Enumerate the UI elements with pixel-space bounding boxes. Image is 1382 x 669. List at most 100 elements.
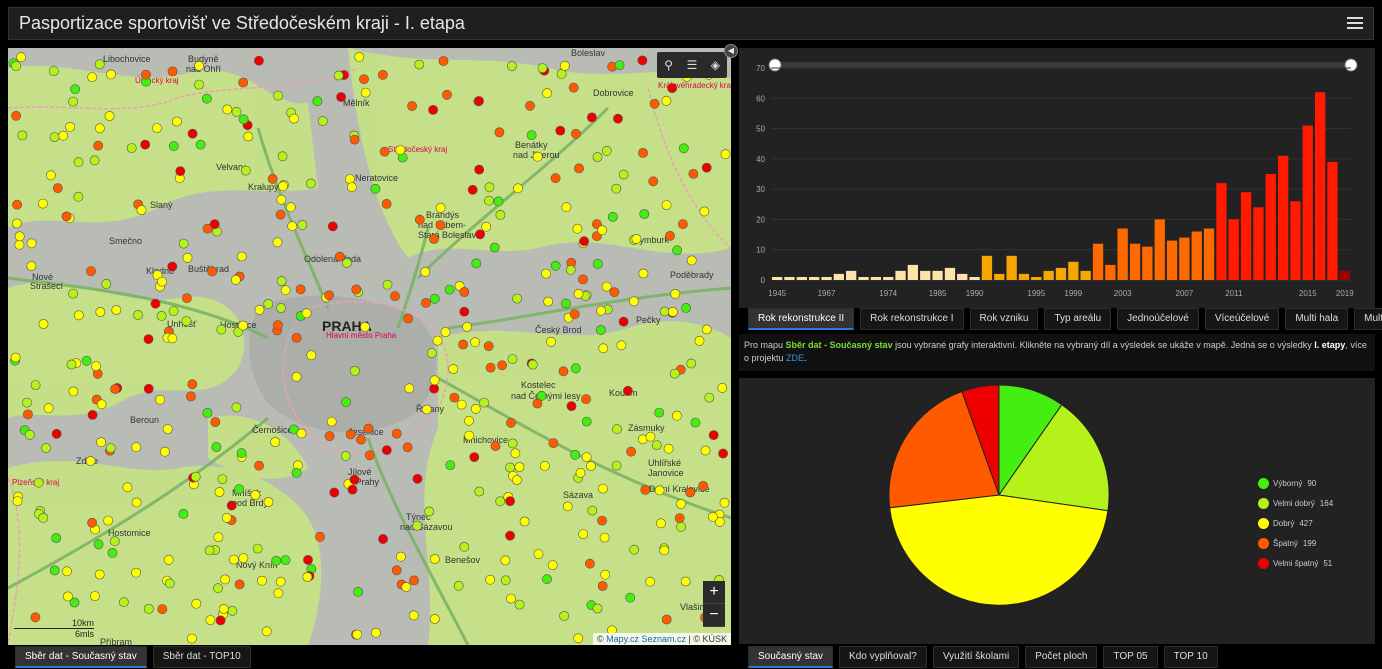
map-point[interactable] <box>48 66 59 76</box>
map-point[interactable] <box>370 183 381 194</box>
map-point[interactable] <box>407 101 417 111</box>
map-point[interactable] <box>601 281 612 292</box>
map-point[interactable] <box>167 333 178 344</box>
map-point[interactable] <box>66 359 77 370</box>
map-point[interactable] <box>291 371 302 382</box>
map-point[interactable] <box>109 536 120 547</box>
map-point[interactable] <box>317 116 328 126</box>
map-point[interactable] <box>429 375 440 386</box>
map-point[interactable] <box>231 402 242 413</box>
map-point[interactable] <box>459 306 470 317</box>
map-point[interactable] <box>167 66 178 77</box>
map-point[interactable] <box>469 452 480 462</box>
map-point[interactable] <box>187 128 198 139</box>
map-point[interactable] <box>490 441 501 451</box>
map-point[interactable] <box>275 209 286 220</box>
map-point[interactable] <box>216 324 227 335</box>
map-point[interactable] <box>661 614 672 625</box>
map-point[interactable] <box>408 610 419 621</box>
map-point[interactable] <box>500 555 511 566</box>
map-point[interactable] <box>471 258 482 269</box>
tab-rok-rekonstrukce-2[interactable]: Rok rekonstrukce II <box>748 308 855 330</box>
map-point[interactable] <box>449 392 460 403</box>
map-point[interactable] <box>205 615 216 625</box>
map-point[interactable] <box>672 410 682 421</box>
map-point[interactable] <box>131 497 142 508</box>
map-point[interactable] <box>559 611 570 621</box>
map-point[interactable] <box>618 169 629 180</box>
map-point[interactable] <box>187 379 198 390</box>
map-point[interactable] <box>288 113 299 124</box>
map-point[interactable] <box>38 198 48 209</box>
map-point[interactable] <box>444 284 455 295</box>
map-point[interactable] <box>474 164 485 175</box>
map-point[interactable] <box>168 141 179 152</box>
map-point[interactable] <box>87 517 97 528</box>
map-point[interactable] <box>94 123 105 134</box>
map-point[interactable] <box>194 79 204 90</box>
map-point[interactable] <box>349 474 360 485</box>
map-point[interactable] <box>519 516 530 527</box>
bar[interactable] <box>920 270 931 280</box>
legend-item[interactable]: Dobrý 427 <box>1258 513 1333 533</box>
bar[interactable] <box>1006 255 1017 280</box>
bar[interactable] <box>772 277 783 280</box>
map-point[interactable] <box>573 288 584 299</box>
legend-item[interactable]: Výborný 90 <box>1258 473 1333 493</box>
map-point[interactable] <box>578 529 589 539</box>
map-point[interactable] <box>497 360 507 371</box>
map-point[interactable] <box>107 547 118 558</box>
map-point[interactable] <box>598 343 609 354</box>
bar[interactable] <box>1179 237 1190 280</box>
map-point[interactable] <box>402 442 413 453</box>
map-point[interactable] <box>651 440 662 450</box>
map-point[interactable] <box>533 549 544 559</box>
map-point[interactable] <box>581 452 592 462</box>
map-point[interactable] <box>140 139 151 150</box>
map-point[interactable] <box>221 512 232 523</box>
legend-item[interactable]: Velmi špatný 51 <box>1258 553 1333 573</box>
map-point[interactable] <box>409 575 419 586</box>
map-point[interactable] <box>550 173 561 184</box>
map-point[interactable] <box>227 605 238 616</box>
map-point[interactable] <box>152 123 162 133</box>
map-point[interactable] <box>73 157 84 168</box>
map-point[interactable] <box>525 100 535 111</box>
map-point[interactable] <box>106 69 116 80</box>
map-point[interactable] <box>220 574 230 585</box>
map-point[interactable] <box>381 198 392 209</box>
map-point[interactable] <box>370 627 381 638</box>
map-point[interactable] <box>73 310 84 321</box>
map-point[interactable] <box>273 90 283 101</box>
map-point[interactable] <box>542 88 552 99</box>
map-point[interactable] <box>526 130 537 140</box>
bar[interactable] <box>1327 161 1338 280</box>
map-point[interactable] <box>14 231 25 242</box>
map-point[interactable] <box>495 496 506 507</box>
map-point[interactable] <box>495 209 506 220</box>
map-point[interactable] <box>571 128 581 139</box>
map-point[interactable] <box>637 55 648 66</box>
map-point[interactable] <box>254 304 265 315</box>
map-point[interactable] <box>424 506 435 517</box>
map-point[interactable] <box>263 298 274 309</box>
map-point[interactable] <box>234 484 245 495</box>
map-point[interactable] <box>143 604 154 614</box>
map-point[interactable] <box>429 234 439 244</box>
map-point[interactable] <box>93 539 104 550</box>
map-point[interactable] <box>272 320 283 331</box>
map-point[interactable] <box>340 450 351 461</box>
map-point[interactable] <box>278 181 288 192</box>
map-point[interactable] <box>568 82 579 93</box>
bar[interactable] <box>957 273 968 280</box>
map-point[interactable] <box>182 252 193 263</box>
bar[interactable] <box>1092 243 1104 280</box>
map-point[interactable] <box>659 545 670 556</box>
map-point[interactable] <box>17 130 28 141</box>
map-point[interactable] <box>202 407 213 418</box>
map-point[interactable] <box>263 497 274 507</box>
map-point[interactable] <box>30 380 41 390</box>
map-point[interactable] <box>167 261 178 272</box>
map-point[interactable] <box>607 211 618 222</box>
map-point[interactable] <box>612 424 622 435</box>
